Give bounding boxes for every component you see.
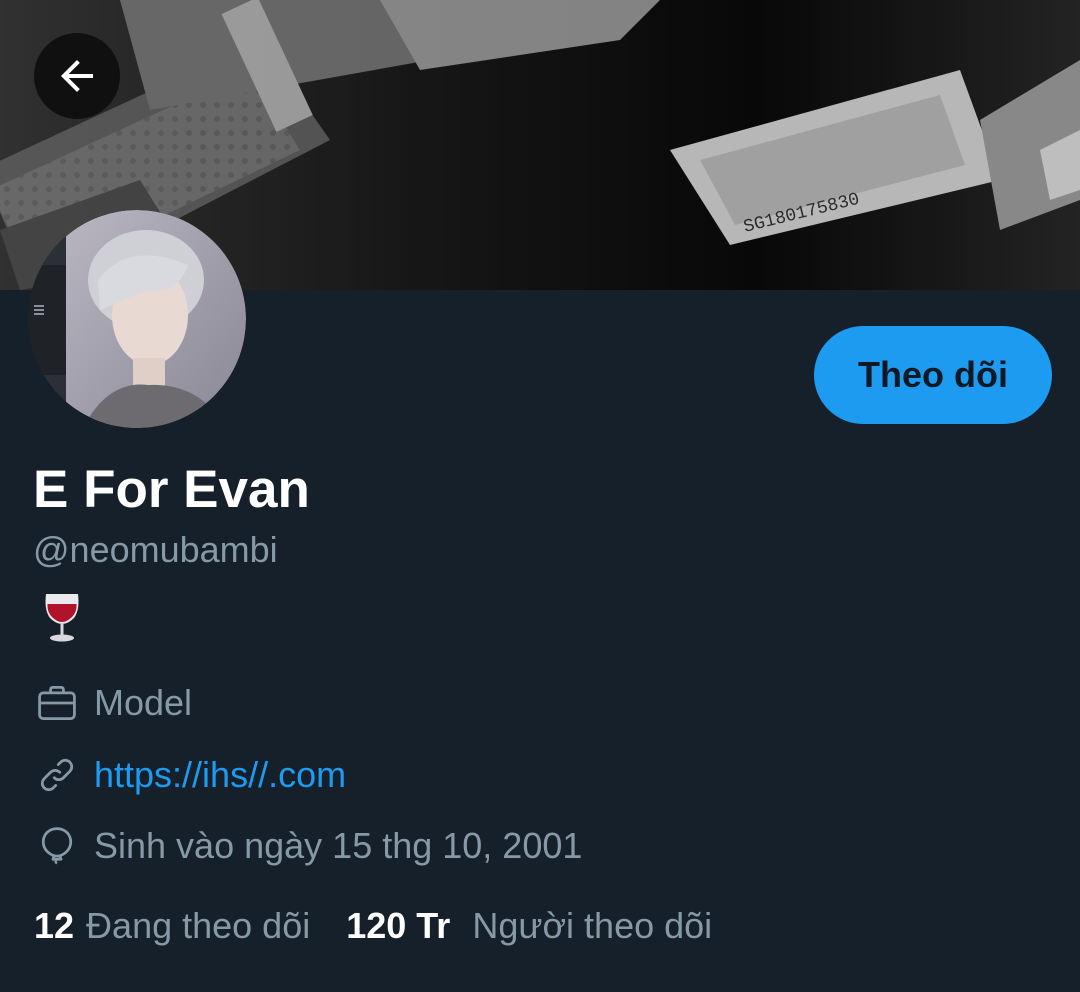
following-count: 12 [34,905,75,946]
display-name: E For Evan [33,460,310,519]
bio [40,592,84,644]
birthday-text: Sinh vào ngày 15 thg 10, 2001 [94,825,583,866]
balloon-icon [34,823,80,869]
website-link[interactable]: https://ihs//.com [94,752,346,798]
followers-label: Người theo dõi [472,905,713,946]
followers-count: 120 Tr [346,905,451,946]
follow-button[interactable]: Theo dõi [814,326,1052,424]
website-row: https://ihs//.com [34,752,346,798]
wine-glass-icon [45,594,79,642]
back-button[interactable] [34,33,120,119]
follow-stats: 12 Đang theo dõi 120 Tr Người theo dõi [34,903,712,949]
arrow-left-icon [61,60,93,92]
link-icon [34,752,80,798]
profile-screen: SG180175830 Theo dõi E For Evan @neomuba… [0,0,1080,992]
avatar[interactable] [28,210,246,428]
avatar-image [28,210,246,428]
username-handle: @neomubambi [33,529,278,570]
birthday-row: Sinh vào ngày 15 thg 10, 2001 [34,823,582,869]
following-stat[interactable]: 12 Đang theo dõi [34,903,310,949]
following-label: Đang theo dõi [86,905,311,946]
briefcase-icon [34,680,80,726]
followers-stat[interactable]: 120 Tr Người theo dõi [346,903,712,949]
profession-row: Model [34,680,192,726]
profession-text: Model [94,682,193,723]
